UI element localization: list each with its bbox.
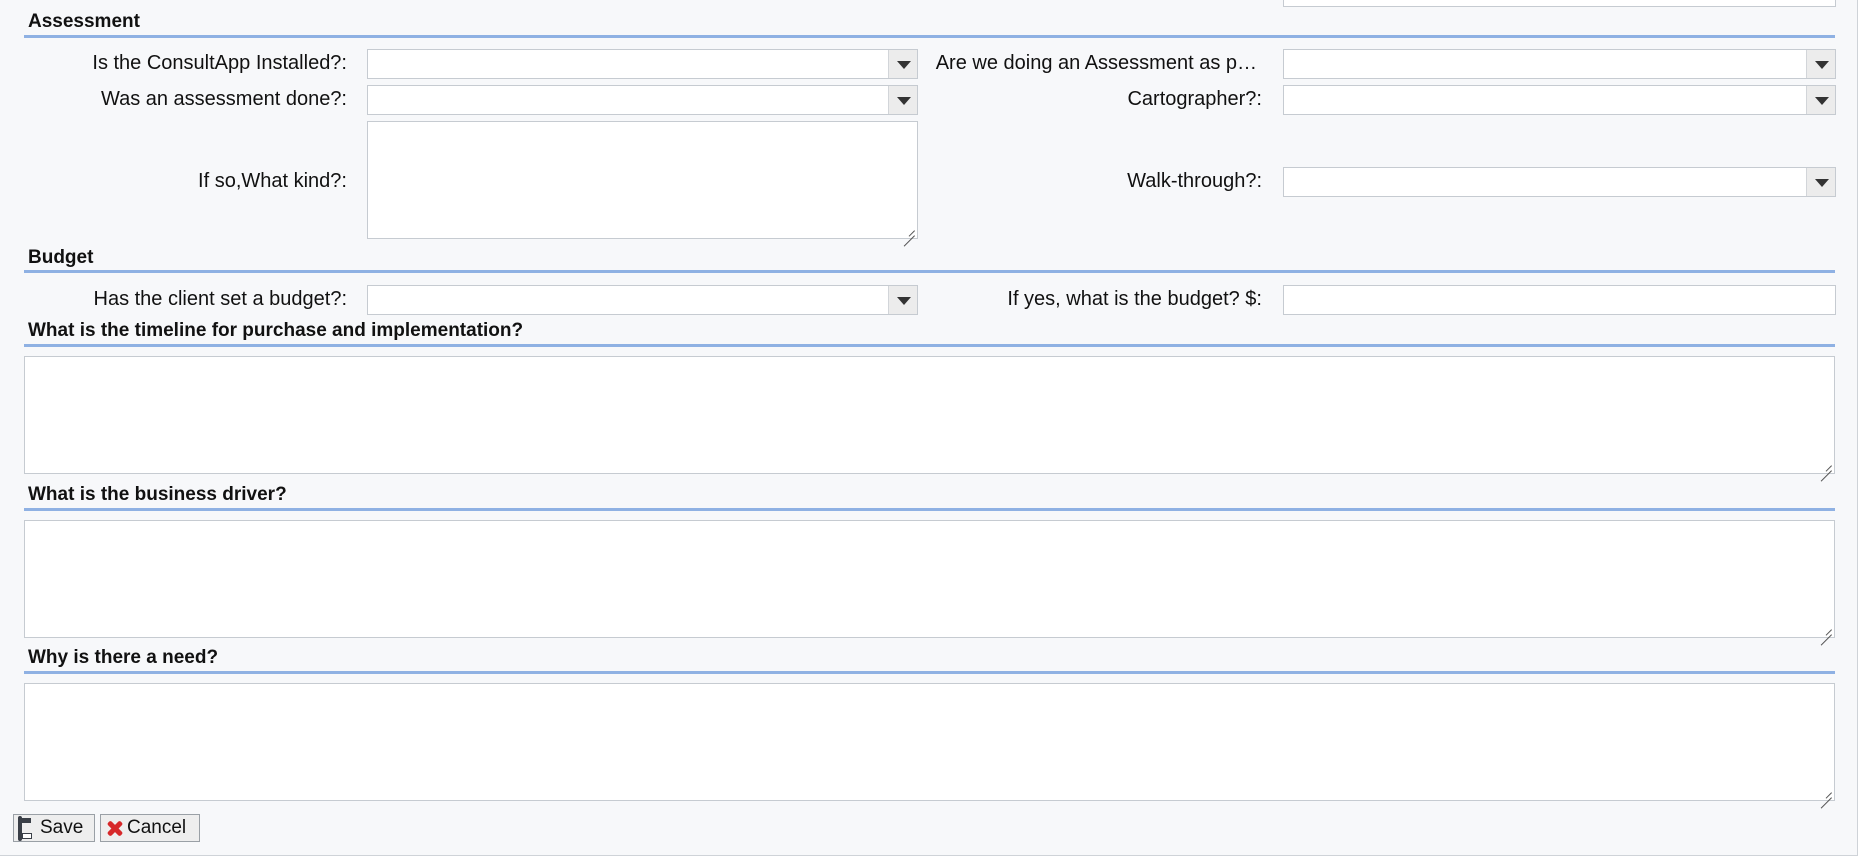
- resize-grip-icon[interactable]: [1820, 786, 1832, 798]
- chevron-down-icon[interactable]: [888, 86, 917, 114]
- section-divider-budget: [24, 270, 1835, 273]
- what-kind-textarea[interactable]: [367, 121, 918, 239]
- save-button[interactable]: Save: [13, 814, 95, 842]
- label-consultapp-installed: Is the ConsultApp Installed?:: [92, 52, 347, 74]
- label-walkthrough: Walk-through?:: [1127, 170, 1262, 192]
- cancel-button-label: Cancel: [127, 817, 187, 838]
- section-divider-need: [24, 671, 1835, 674]
- chevron-down-icon[interactable]: [888, 50, 917, 78]
- cartographer-select[interactable]: [1283, 85, 1836, 115]
- budget-set-select[interactable]: [367, 285, 918, 315]
- chevron-down-icon[interactable]: [1806, 168, 1835, 196]
- resize-grip-icon[interactable]: [903, 224, 915, 236]
- section-title-driver: What is the business driver?: [28, 484, 287, 505]
- section-divider-timeline: [24, 344, 1835, 347]
- label-what-kind: If so,What kind?:: [198, 170, 347, 192]
- section-title-timeline: What is the timeline for purchase and im…: [28, 320, 524, 341]
- cancel-button[interactable]: Cancel: [100, 814, 200, 842]
- floppy-disk-icon: [18, 816, 38, 841]
- driver-textarea[interactable]: [24, 520, 1835, 638]
- label-doing-assessment: Are we doing an Assessment as p…: [935, 52, 1257, 74]
- label-cartographer: Cartographer?:: [1127, 88, 1262, 110]
- section-divider-assessment: [24, 35, 1835, 38]
- resize-grip-icon[interactable]: [1820, 459, 1832, 471]
- label-budget-amount: If yes, what is the budget? $:: [1007, 288, 1262, 310]
- budget-amount-input[interactable]: [1283, 285, 1836, 315]
- resize-grip-icon[interactable]: [1820, 623, 1832, 635]
- partial-field-top[interactable]: [1283, 0, 1836, 7]
- chevron-down-icon[interactable]: [1806, 86, 1835, 114]
- section-title-assessment: Assessment: [28, 11, 140, 32]
- close-icon: [105, 818, 125, 838]
- section-title-need: Why is there a need?: [28, 647, 219, 668]
- label-assessment-done: Was an assessment done?:: [100, 88, 347, 110]
- section-title-budget: Budget: [28, 247, 94, 268]
- chevron-down-icon[interactable]: [1806, 50, 1835, 78]
- form-panel: Assessment Is the ConsultApp Installed?:…: [0, 0, 1858, 856]
- assessment-done-select[interactable]: [367, 85, 918, 115]
- need-textarea[interactable]: [24, 683, 1835, 801]
- timeline-textarea[interactable]: [24, 356, 1835, 474]
- save-button-label: Save: [40, 817, 84, 838]
- walkthrough-select[interactable]: [1283, 167, 1836, 197]
- chevron-down-icon[interactable]: [888, 286, 917, 314]
- section-divider-driver: [24, 508, 1835, 511]
- consultapp-installed-select[interactable]: [367, 49, 918, 79]
- doing-assessment-select[interactable]: [1283, 49, 1836, 79]
- label-budget-set: Has the client set a budget?:: [93, 288, 348, 310]
